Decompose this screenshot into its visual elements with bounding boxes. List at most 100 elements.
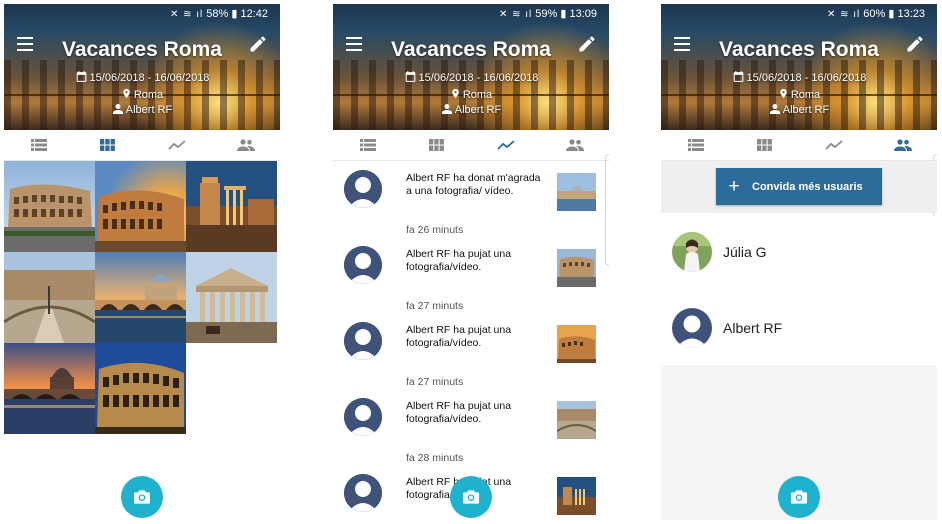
- trip-title: Vacances Roma: [62, 38, 222, 61]
- user-avatar: [344, 474, 382, 512]
- tab-activity[interactable]: [142, 130, 211, 160]
- clock: 12:42: [240, 8, 268, 20]
- camera-icon: [134, 490, 150, 504]
- user-avatar: [344, 398, 382, 436]
- member-name: Albert RF: [723, 320, 783, 336]
- location-pin-icon: [452, 88, 459, 99]
- photo-thumbnail[interactable]: [4, 252, 95, 343]
- status-bar: ✕ ≋ ıl 59% ▮ 13:09: [498, 8, 597, 20]
- calendar-icon: [733, 71, 743, 82]
- header-banner: ✕ ≋ ıl 58% ▮ 12:42 Vacances Roma 15/06/20…: [4, 4, 280, 130]
- member-row[interactable]: Júlia G: [661, 216, 937, 288]
- photo-thumbnail[interactable]: [4, 343, 95, 434]
- photo-thumbnail[interactable]: [186, 161, 277, 252]
- default-avatar-icon: [344, 246, 382, 284]
- user-avatar: [344, 322, 382, 360]
- activity-item[interactable]: Albert RF ha pujat una fotografia/vídeo.…: [333, 237, 609, 313]
- dates-text: 15/06/2018 - 16/06/2018: [89, 72, 210, 84]
- tab-members[interactable]: [540, 130, 609, 160]
- clock: 13:23: [897, 8, 925, 20]
- member-photo-avatar: [672, 232, 712, 272]
- tab-photos[interactable]: [730, 130, 799, 160]
- activity-photo[interactable]: [557, 173, 596, 211]
- colosseum-photo-thumb: [557, 249, 596, 287]
- tab-list[interactable]: [4, 130, 73, 160]
- tiber-bridge-photo: [95, 252, 186, 343]
- activity-feed: Albert RF ha donat m'agrada a una fotogr…: [333, 161, 609, 520]
- camera-icon: [791, 490, 807, 504]
- trip-location: Roma: [4, 87, 280, 101]
- dates-text: 15/06/2018 - 16/06/2018: [746, 72, 867, 84]
- tab-list[interactable]: [661, 130, 730, 160]
- activity-photo[interactable]: [557, 477, 596, 515]
- calendar-icon: [405, 71, 415, 82]
- trip-dates: 15/06/2018 - 16/06/2018: [4, 70, 280, 84]
- tab-list[interactable]: [333, 130, 402, 160]
- photo-thumbnail[interactable]: [95, 343, 186, 434]
- dates-text: 15/06/2018 - 16/06/2018: [418, 72, 539, 84]
- tab-members[interactable]: [868, 130, 937, 160]
- activity-time: fa 26 minuts: [406, 224, 464, 236]
- camera-icon: [463, 490, 479, 504]
- tab-members[interactable]: [211, 130, 280, 160]
- colosseum-sunset-thumb: [557, 325, 596, 363]
- tab-activity[interactable]: [799, 130, 868, 160]
- user-avatar: [344, 170, 382, 208]
- activity-text: Albert RF ha pujat una fotografia/vídeo.: [406, 400, 512, 425]
- camera-button[interactable]: [121, 476, 163, 518]
- activity-photo[interactable]: [557, 249, 596, 287]
- pantheon-photo: [186, 252, 277, 343]
- default-avatar-icon: [344, 398, 382, 436]
- invite-users-button[interactable]: + Convida més usuaris: [716, 168, 882, 205]
- battery-level: 60%: [863, 8, 886, 20]
- list-icon: [687, 139, 704, 151]
- photo-thumbnail[interactable]: [186, 252, 277, 343]
- trip-owner: Albert RF: [661, 103, 937, 116]
- activity-item[interactable]: Albert RF ha pujat una fotografia/vídeo.…: [333, 313, 609, 389]
- vatican-sunset-photo: [4, 343, 95, 434]
- forum-night-photo: [186, 161, 277, 252]
- tab-activity[interactable]: [471, 130, 540, 160]
- forum-night-thumb: [557, 477, 596, 515]
- trip-location: Roma: [333, 87, 609, 101]
- battery-level: 58%: [206, 8, 229, 20]
- person-icon: [769, 104, 780, 114]
- member-row[interactable]: Albert RF: [661, 292, 937, 364]
- tab-photos[interactable]: [73, 130, 142, 160]
- activity-text: Albert RF ha pujat una fotografia/vídeo.: [406, 248, 512, 273]
- activity-item[interactable]: Albert RF ha donat m'agrada a una fotogr…: [333, 161, 609, 237]
- people-icon: [236, 139, 255, 151]
- photo-thumbnail[interactable]: [95, 161, 186, 252]
- activity-time: fa 28 minuts: [406, 452, 464, 464]
- colosseum-photo: [4, 161, 95, 252]
- photo-thumbnail[interactable]: [95, 252, 186, 343]
- trending-icon: [167, 140, 186, 150]
- photo-thumbnail[interactable]: [4, 161, 95, 252]
- activity-item[interactable]: Albert RF ha pujat una fotografia/vídeo.…: [333, 389, 609, 465]
- people-icon: [893, 139, 912, 151]
- trending-icon: [496, 140, 515, 150]
- member-name: Júlia G: [723, 244, 767, 260]
- activity-photo[interactable]: [557, 325, 596, 363]
- avatar: [672, 232, 712, 272]
- signal-icons: ✕ ≋ ıl: [498, 9, 533, 20]
- activity-time: fa 27 minuts: [406, 376, 464, 388]
- tab-photos[interactable]: [402, 130, 471, 160]
- activity-photo[interactable]: [557, 401, 596, 439]
- screen-photos: ✕ ≋ ıl 58% ▮ 12:42 Vacances Roma 15/06/20…: [4, 4, 280, 520]
- location-text: Roma: [462, 89, 493, 101]
- colosseum-night-photo: [95, 343, 186, 434]
- grid-icon: [100, 139, 115, 151]
- person-icon: [112, 104, 123, 114]
- trip-dates: 15/06/2018 - 16/06/2018: [661, 70, 937, 84]
- plus-icon: +: [728, 175, 740, 197]
- default-avatar-icon: [672, 308, 712, 348]
- st-peters-square-photo: [4, 252, 95, 343]
- camera-button[interactable]: [778, 476, 820, 518]
- user-avatar: [344, 246, 382, 284]
- camera-button[interactable]: [450, 476, 492, 518]
- calendar-icon: [76, 71, 86, 82]
- header-banner: ✕ ≋ ıl 59% ▮ 13:09 Vacances Roma 15/06/20…: [333, 4, 609, 130]
- signal-icons: ✕ ≋ ıl: [826, 9, 861, 20]
- trip-dates: 15/06/2018 - 16/06/2018: [333, 70, 609, 84]
